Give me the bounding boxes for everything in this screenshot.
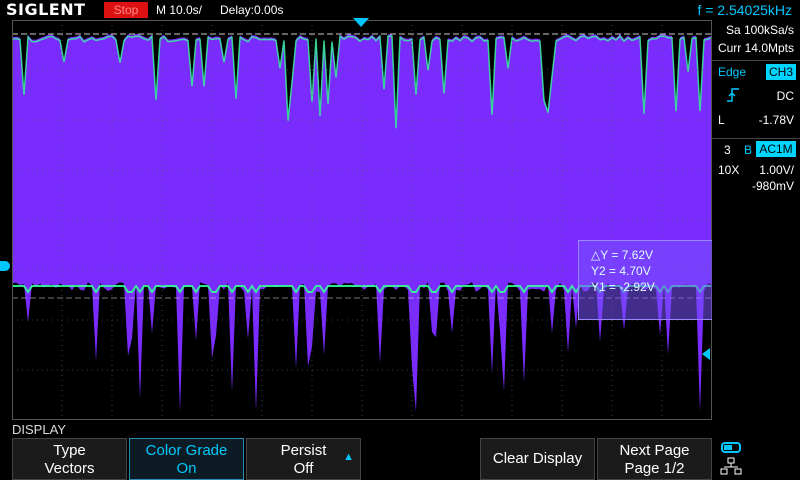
frequency-counter: f = 2.54025kHz: [697, 2, 792, 18]
waveform-canvas: [12, 20, 712, 420]
next-page-softkey[interactable]: Next Page Page 1/2: [597, 438, 712, 480]
status-icons: [720, 442, 742, 475]
status-bar: SIGLENT Stop M 10.0s/ Delay:0.00s f = 2.…: [0, 0, 800, 20]
panel-divider: [712, 138, 800, 139]
vertical-offset: -980mV: [751, 179, 794, 193]
sample-rate: Sa 100kSa/s: [725, 23, 794, 37]
run-state-badge[interactable]: Stop: [104, 2, 148, 18]
cursor-y2: Y2 = 4.70V: [591, 264, 651, 278]
cursor-measurement-box[interactable]: △Y = 7.62V Y2 = 4.70V Y1 = -2.92V: [578, 240, 712, 320]
rising-edge-icon: [727, 88, 739, 102]
channel-number: 3: [724, 143, 731, 157]
menu-title: DISPLAY: [12, 422, 66, 437]
softkey-label: Type: [53, 442, 86, 459]
channel-offset-marker-icon[interactable]: [0, 261, 10, 271]
info-panel: Sa 100kSa/s Curr 14.0Mpts Edge CH3 DC L …: [712, 20, 800, 420]
arrow-up-icon: ▲: [343, 451, 354, 463]
brand-logo: SIGLENT: [6, 0, 86, 19]
panel-divider: [712, 60, 800, 61]
vertical-scale: 1.00V/: [759, 163, 794, 177]
channel-coupling-badge: AC1M: [756, 141, 796, 157]
memory-depth: Curr 14.0Mpts: [717, 41, 794, 55]
trigger-type: Edge: [718, 65, 747, 79]
usb-icon: [721, 442, 741, 453]
softkey-value: On: [176, 460, 197, 477]
waveform-display[interactable]: △Y = 7.62V Y2 = 4.70V Y1 = -2.92V: [12, 20, 712, 420]
softkey-value: Vectors: [44, 460, 95, 477]
trigger-coupling: DC: [776, 89, 794, 103]
softkey-value: Page 1/2: [624, 460, 685, 477]
cursor-delta-y: △Y = 7.62V: [591, 248, 654, 262]
bandwidth-limit-badge: B: [744, 143, 753, 157]
persist-softkey[interactable]: Persist Off ▲: [246, 438, 361, 480]
trigger-level-marker-icon[interactable]: [702, 348, 710, 360]
network-icon: [720, 457, 742, 475]
type-softkey[interactable]: Type Vectors: [12, 438, 127, 480]
trigger-level-label: L: [718, 113, 725, 127]
cursor-y1: Y1 = -2.92V: [591, 280, 655, 294]
softkey-bar: Type Vectors Color Grade On Persist Off …: [0, 438, 800, 480]
timebase-readout[interactable]: M 10.0s/: [156, 0, 202, 20]
trigger-source-badge: CH3: [766, 64, 796, 80]
softkey-label: Clear Display: [492, 450, 583, 467]
clear-display-softkey[interactable]: Clear Display: [480, 438, 595, 480]
softkey-label: Next Page: [619, 442, 690, 459]
color-grade-softkey[interactable]: Color Grade On: [129, 438, 244, 480]
delay-readout[interactable]: Delay:0.00s: [220, 0, 283, 20]
trigger-level: -1.78V: [758, 113, 794, 127]
trigger-position-marker-icon[interactable]: [353, 18, 369, 27]
softkey-label: Color Grade: [145, 442, 228, 459]
probe-attenuation: 10X: [718, 163, 740, 177]
